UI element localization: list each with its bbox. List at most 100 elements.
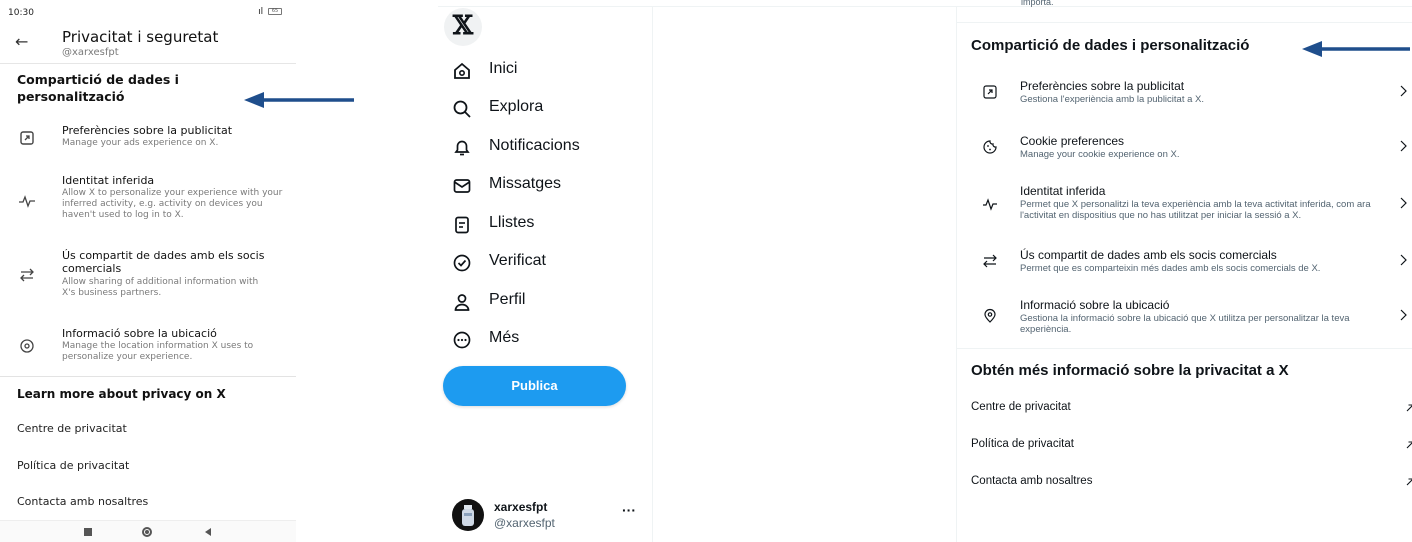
location-pin-icon [20,339,34,353]
list-item-location[interactable]: Informació sobre la ubicació Manage the … [0,327,296,367]
item-subtitle: Gestiona l'experiència amb la publicitat… [1020,94,1204,105]
link-privacy-policy[interactable]: Política de privacitat [971,438,1412,454]
item-title: Cookie preferences [1020,134,1125,148]
bell-icon [454,140,470,156]
column-divider [652,6,653,542]
item-title: Preferències sobre la publicitat [62,124,233,137]
nav-home[interactable]: Inici [452,58,632,84]
nav-label: Perfil [489,291,526,308]
post-button[interactable]: Publica [443,366,626,406]
link-contact-us[interactable]: Contacta amb nosaltres [971,475,1412,491]
signal-icon: ıl [258,7,264,17]
cookie-icon [983,140,997,154]
nav-explore[interactable]: Explora [452,96,632,122]
nav-notifications[interactable]: Notificacions [452,135,632,161]
nav-label: Inici [489,60,518,77]
item-subtitle: Manage the location information X uses t… [62,341,254,362]
recent-apps-icon[interactable] [84,528,92,536]
nav-more[interactable]: Més [452,327,632,353]
external-arrow-icon [1406,441,1412,449]
location-pin-icon [984,308,996,323]
link-contact-us[interactable]: Contacta amb nosaltres [17,495,148,508]
account-handle: @xarxesfpt [62,47,119,58]
item-title: Identitat inferida [1020,184,1106,198]
search-icon [453,100,471,118]
nav-lists[interactable]: Llistes [452,212,632,238]
list-item-inferred-identity[interactable]: Identitat inferida Allow X to personaliz… [0,174,296,232]
battery-icon: 65 [268,8,282,15]
status-time: 10:30 [8,8,34,18]
x-logo-icon[interactable]: 𝕏 [444,8,482,46]
nav-label: Més [489,329,520,346]
item-title: Ús compartit de dades amb els socis come… [62,249,265,275]
learn-more-title: Obtén més informació sobre la privacitat… [971,362,1289,379]
list-item-inferred-identity[interactable]: Identitat inferida Permet que X personal… [957,183,1412,225]
mobile-header: ← Privacitat i seguretat @xarxesfpt [0,24,296,64]
nav-label: Missatges [489,175,562,192]
item-subtitle: Manage your cookie experience on X. [1020,149,1180,160]
external-box-icon [983,85,997,99]
item-title: Informació sobre la ubicació [1020,298,1170,312]
item-title: Ús compartit de dades amb els socis come… [1020,248,1277,262]
learn-more-title: Learn more about privacy on X [17,387,226,401]
chevron-right-icon [1400,85,1407,97]
account-name: xarxesfpt [494,500,548,514]
nav-label: Notificacions [489,137,580,154]
list-item-location[interactable]: Informació sobre la ubicació Gestiona la… [957,297,1412,339]
nav-profile[interactable]: Perfil [452,289,632,315]
list-item-ads[interactable]: Preferències sobre la publicitat Gestion… [957,78,1412,108]
chevron-right-icon [1400,197,1407,209]
link-privacy-center[interactable]: Centre de privacitat [17,422,127,435]
external-arrow-icon [1406,404,1412,412]
account-more-icon[interactable]: ··· [622,502,636,518]
page-title: Privacitat i seguretat [62,28,219,46]
back-triangle-icon[interactable] [205,528,211,536]
link-privacy-policy[interactable]: Política de privacitat [17,459,129,472]
home-icon [454,62,470,79]
list-item-cookies[interactable]: Cookie preferences Manage your cookie ex… [957,133,1412,163]
android-nav-bar [0,520,296,542]
item-title: Informació sobre la ubicació [62,327,217,340]
item-subtitle: Permet que es comparteixin més dades amb… [1020,263,1321,274]
annotation-arrow-icon [1302,41,1410,57]
top-border [438,6,1412,7]
external-box-icon [20,131,34,145]
cut-off-text: importa. [1021,0,1054,7]
external-arrow-icon [1406,478,1412,486]
list-item-business-partners[interactable]: Ús compartit de dades amb els socis come… [957,247,1412,277]
chevron-right-icon [1400,309,1407,321]
link-privacy-center[interactable]: Centre de privacitat [971,401,1412,417]
swap-arrows-icon [20,268,34,282]
nav-label: Verificat [489,252,546,269]
mail-icon [453,179,471,193]
status-bar: 10:30 ıl 65 [0,0,296,22]
nav-messages[interactable]: Missatges [452,173,632,199]
person-icon [454,294,470,311]
list-item-ads[interactable]: Preferències sobre la publicitat Manage … [0,124,296,158]
chevron-right-icon [1400,254,1407,266]
section-title: Compartició de dades i personalització [17,72,179,104]
avatar[interactable] [452,499,484,531]
item-subtitle: Permet que X personalitzi la teva experi… [1020,199,1371,221]
section-title: Compartició de dades i personalització [971,37,1250,54]
activity-pulse-icon [19,195,35,208]
home-button-icon[interactable] [142,527,152,537]
more-circle-icon [453,331,471,349]
nav-verified[interactable]: Verificat [452,250,632,276]
section-separator [957,22,1412,23]
item-subtitle: Allow sharing of additional information … [62,277,259,298]
nav-label: Explora [489,98,544,115]
link-label: Contacta amb nosaltres [971,475,1093,487]
item-subtitle: Manage your ads experience on X. [62,138,219,148]
arrow-left-icon[interactable]: ← [15,32,28,51]
list-icon [455,216,469,234]
nav-label: Llistes [489,214,535,231]
verified-badge-icon [453,254,471,272]
link-label: Centre de privacitat [971,401,1071,413]
annotation-arrow-icon [244,92,354,108]
section-separator [957,348,1412,349]
chevron-right-icon [1400,140,1407,152]
desktop-screenshot: 𝕏 Inici Explora Notificacions Missatges … [438,0,1412,542]
item-subtitle: Allow X to personalize your experience w… [62,188,283,220]
list-item-business-partners[interactable]: Ús compartit de dades amb els socis come… [0,249,296,305]
